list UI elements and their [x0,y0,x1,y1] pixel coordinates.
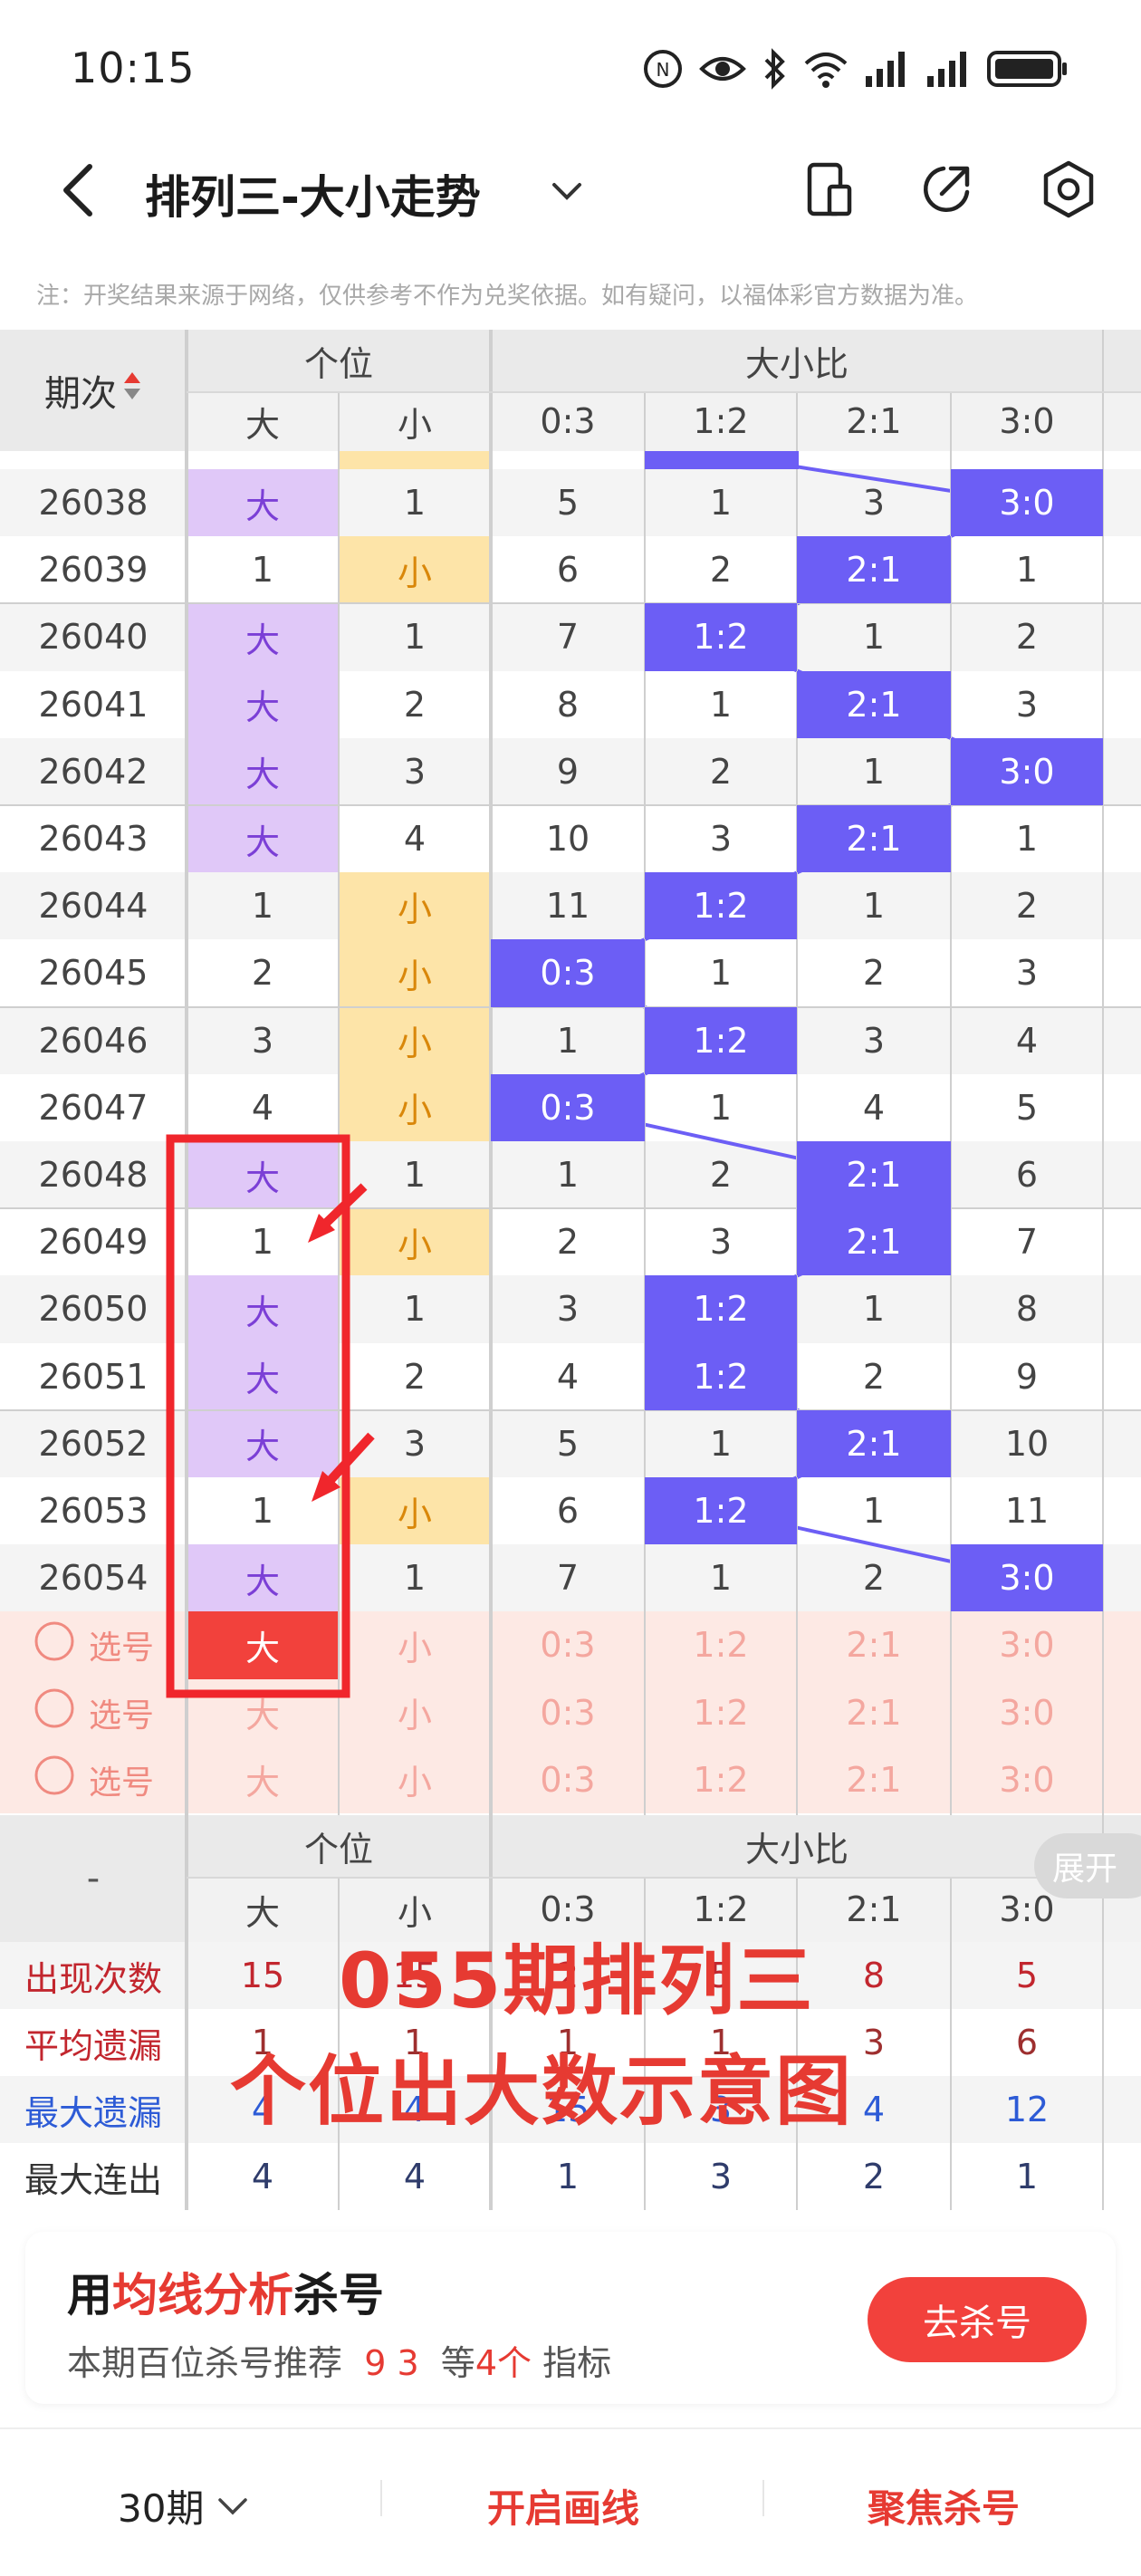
ratio-hit-cell: 0:3 [491,1073,645,1141]
ratio-hit-cell: 2:1 [797,1141,951,1209]
period-selector[interactable]: 30期 [118,2478,251,2533]
promo-title-pre: 用 [67,2269,112,2321]
promo-sub-mid: 等 [440,2343,475,2383]
ratio-hit-cell: 3:0 [951,1544,1103,1612]
ratio-hit-cell: 0:3 [491,939,645,1007]
chevron-down-icon [218,2497,248,2514]
ratio-hit-cell: 1:2 [645,1275,797,1343]
overlay-caption-2: 个位出大数示意图 [230,2047,854,2136]
screen: { "status_bar": { "time": "10:15" }, "he… [0,0,1141,2576]
promo-title-post: 杀号 [293,2269,384,2321]
ratio-hit-cell: 2:1 [797,805,951,873]
promo-sub-post: 指标 [542,2343,612,2383]
period-selector-label: 30期 [118,2486,205,2531]
promo-sub-pre: 本期百位杀号推荐 [67,2343,343,2383]
ratio-hit-cell: 1:2 [645,603,797,671]
promo-title-highlight: 均线分析 [112,2269,293,2321]
ratio-hit-cell: 3:0 [951,737,1103,805]
ratio-hit-cell: 1:2 [645,1006,797,1074]
promo-title: 用均线分析杀号 [67,2259,384,2324]
annotation-layer [166,1134,375,1698]
ratio-hit-cell-partial [645,451,799,469]
ratio-hit-cell: 2:1 [797,1208,951,1276]
overlay-caption-1: 055期排列三 [339,1937,815,2025]
promo-card[interactable]: 用均线分析杀号 本期百位杀号推荐 9 3 等4个 指标 去杀号 [25,2232,1116,2404]
ratio-hit-cell: 1:2 [645,872,797,940]
ratio-hit-cell: 2:1 [797,1409,951,1477]
ratio-hit-cell: 2:1 [797,536,951,604]
ratio-hit-cell: 3:0 [951,469,1103,537]
arrow-icon [312,1432,375,1502]
divider [380,2480,382,2516]
promo-sub-count: 4个 [475,2343,532,2383]
bottom-toolbar: 30期 开启画线 聚焦杀号 [0,2427,1141,2576]
ratio-hit-cell: 2:1 [797,670,951,738]
ratio-hit-cell: 1:2 [645,1342,797,1410]
promo-sub-nums: 9 3 [364,2343,419,2383]
focus-kill-button[interactable]: 聚焦杀号 [868,2478,1020,2533]
ratio-hit-cell: 1:2 [645,1477,797,1545]
draw-line-button[interactable]: 开启画线 [487,2478,639,2533]
kill-number-button[interactable]: 去杀号 [868,2277,1087,2362]
arrow-icon [308,1183,368,1243]
divider [762,2480,764,2516]
promo-subtitle: 本期百位杀号推荐 9 3 等4个 指标 [67,2335,611,2385]
